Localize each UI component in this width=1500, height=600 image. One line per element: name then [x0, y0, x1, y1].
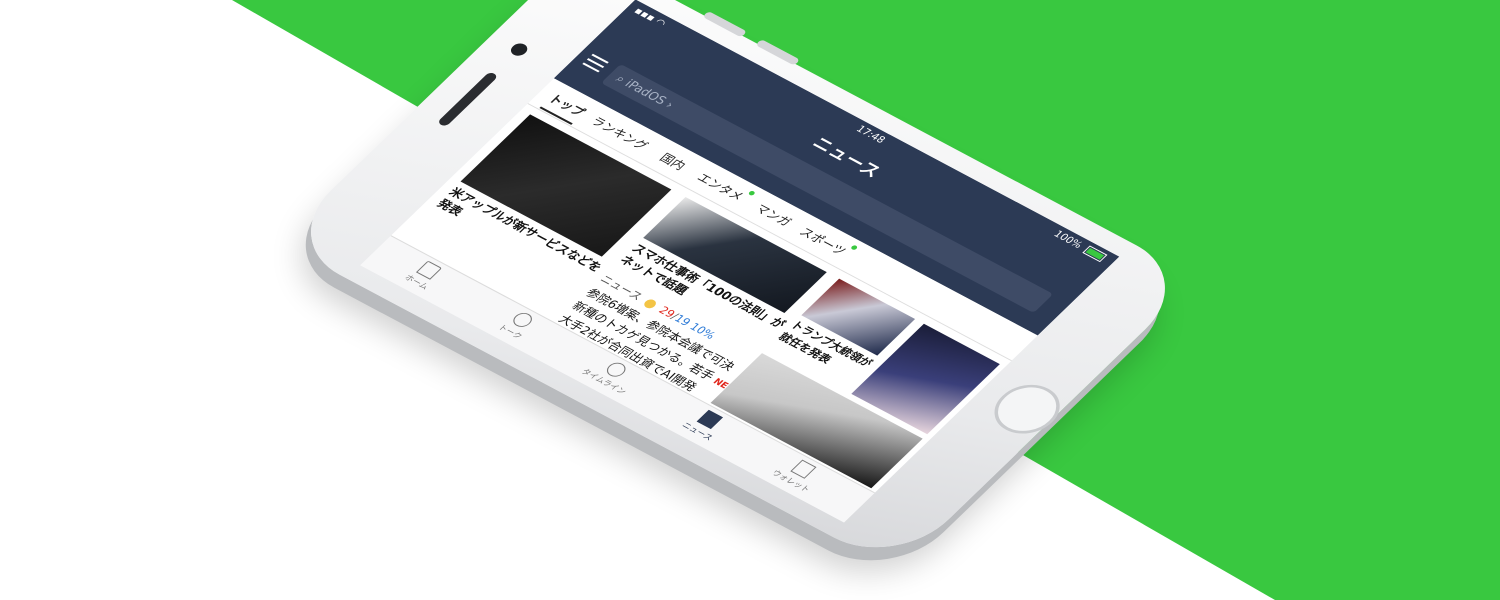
new-dot-icon — [747, 189, 756, 196]
sun-icon — [641, 297, 659, 310]
news-icon — [696, 409, 723, 430]
clock-icon — [603, 360, 630, 380]
wallet-icon — [790, 459, 817, 479]
chat-icon — [509, 310, 536, 330]
tab-domestic[interactable]: 国内 — [656, 150, 690, 174]
new-dot-icon — [849, 244, 859, 251]
home-icon — [415, 260, 443, 280]
tab-top[interactable]: トップ — [545, 90, 590, 119]
hamburger-menu-icon[interactable] — [582, 53, 609, 73]
tab-manga[interactable]: マンガ — [751, 200, 796, 229]
search-placeholder: iPadOS — [621, 77, 670, 108]
